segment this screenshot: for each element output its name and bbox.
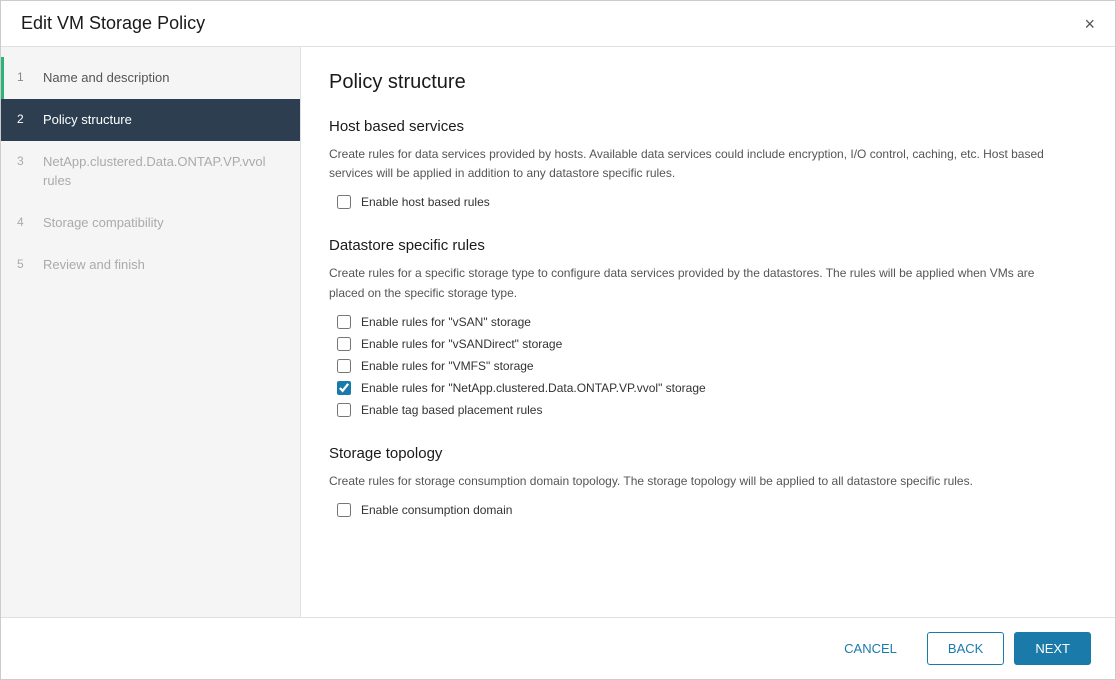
checkbox-row-consumption: Enable consumption domain [329,503,1087,517]
enable-netapp-vvol-rules-label: Enable rules for "NetApp.clustered.Data.… [361,381,706,395]
enable-consumption-domain-checkbox[interactable] [337,503,351,517]
sidebar: 1 Name and description 2 Policy structur… [1,47,301,617]
enable-vmfs-rules-label: Enable rules for "VMFS" storage [361,359,534,373]
storage-topology-title: Storage topology [329,445,1087,462]
sidebar-item-label-2: Policy structure [43,111,132,129]
checkbox-row-tag: Enable tag based placement rules [329,403,1087,417]
content-title: Policy structure [329,71,1087,94]
enable-consumption-domain-label: Enable consumption domain [361,503,512,517]
datastore-specific-rules-title: Datastore specific rules [329,237,1087,254]
checkbox-row-vsandirect: Enable rules for "vSANDirect" storage [329,337,1087,351]
cancel-button[interactable]: CANCEL [824,633,917,664]
host-based-services-section: Host based services Create rules for dat… [329,118,1087,209]
checkbox-row-host: Enable host based rules [329,195,1087,209]
enable-netapp-vvol-rules-checkbox[interactable] [337,381,351,395]
host-based-services-desc: Create rules for data services provided … [329,145,1069,183]
sidebar-item-storage-compatibility[interactable]: 4 Storage compatibility [1,202,300,244]
enable-host-based-rules-checkbox[interactable] [337,195,351,209]
dialog-title: Edit VM Storage Policy [21,13,205,34]
step-num-4: 4 [17,214,33,229]
enable-vsandirect-rules-label: Enable rules for "vSANDirect" storage [361,337,562,351]
sidebar-item-label-1: Name and description [43,69,169,87]
sidebar-item-label-5: Review and finish [43,256,145,274]
main-content: Policy structure Host based services Cre… [301,47,1115,617]
dialog-footer: CANCEL BACK NEXT [1,617,1115,679]
dialog-body: 1 Name and description 2 Policy structur… [1,47,1115,617]
storage-topology-section: Storage topology Create rules for storag… [329,445,1087,517]
storage-topology-desc: Create rules for storage consumption dom… [329,472,1069,491]
checkbox-row-netapp: Enable rules for "NetApp.clustered.Data.… [329,381,1087,395]
checkbox-row-vsan: Enable rules for "vSAN" storage [329,315,1087,329]
enable-tag-based-placement-checkbox[interactable] [337,403,351,417]
sidebar-item-review-finish[interactable]: 5 Review and finish [1,244,300,286]
enable-vsan-rules-checkbox[interactable] [337,315,351,329]
close-button[interactable]: × [1084,15,1095,33]
back-button[interactable]: BACK [927,632,1004,665]
enable-vmfs-rules-checkbox[interactable] [337,359,351,373]
enable-vsan-rules-label: Enable rules for "vSAN" storage [361,315,531,329]
checkbox-row-vmfs: Enable rules for "VMFS" storage [329,359,1087,373]
datastore-specific-rules-desc: Create rules for a specific storage type… [329,264,1069,302]
step-num-1: 1 [17,69,33,84]
sidebar-item-label-3: NetApp.clustered.Data.ONTAP.VP.vvol rule… [43,153,284,189]
enable-tag-based-placement-label: Enable tag based placement rules [361,403,542,417]
step-num-3: 3 [17,153,33,168]
edit-vm-storage-policy-dialog: Edit VM Storage Policy × 1 Name and desc… [0,0,1116,680]
sidebar-item-policy-structure[interactable]: 2 Policy structure [1,99,300,141]
sidebar-item-netapp-rules[interactable]: 3 NetApp.clustered.Data.ONTAP.VP.vvol ru… [1,141,300,201]
host-based-services-title: Host based services [329,118,1087,135]
sidebar-item-label-4: Storage compatibility [43,214,164,232]
dialog-header: Edit VM Storage Policy × [1,1,1115,47]
step-num-2: 2 [17,111,33,126]
datastore-specific-rules-section: Datastore specific rules Create rules fo… [329,237,1087,416]
enable-vsandirect-rules-checkbox[interactable] [337,337,351,351]
enable-host-based-rules-label: Enable host based rules [361,195,490,209]
sidebar-item-name-description[interactable]: 1 Name and description [1,57,300,99]
next-button[interactable]: NEXT [1014,632,1091,665]
step-num-5: 5 [17,256,33,271]
